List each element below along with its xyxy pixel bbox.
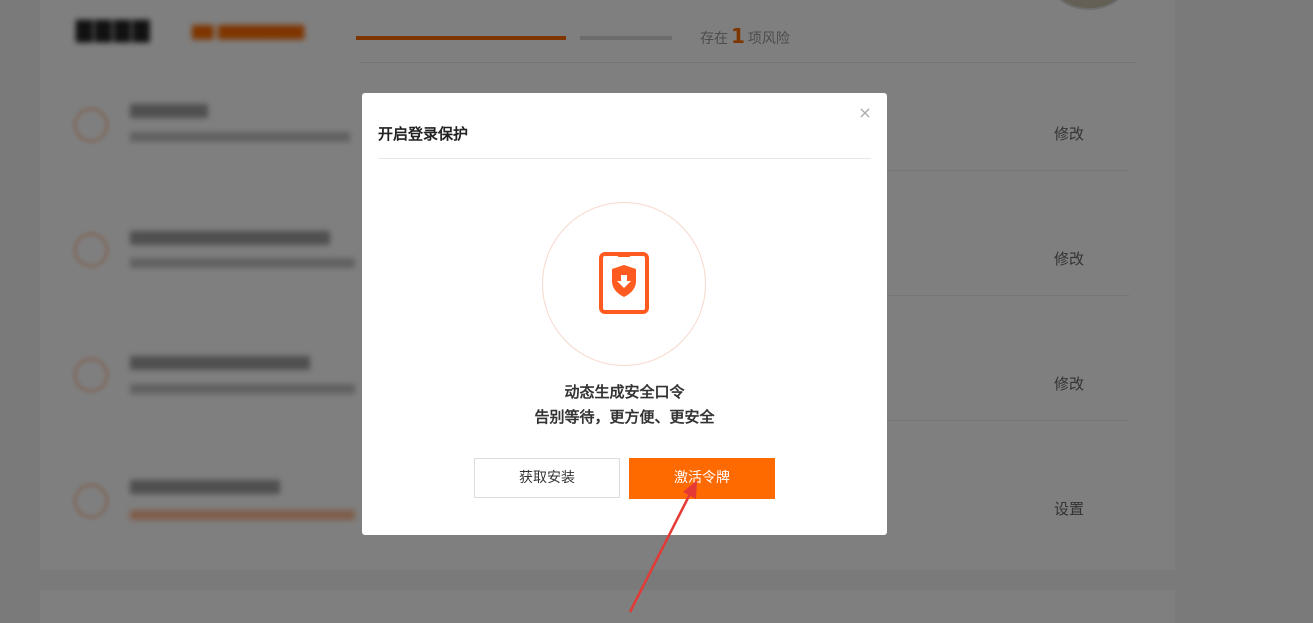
dialog-headline: 动态生成安全口令 [564, 383, 685, 401]
close-icon[interactable]: × [855, 103, 875, 123]
get-install-button[interactable]: 获取安装 [474, 458, 620, 498]
dialog-subline: 告别等待，更方便、更安全 [534, 408, 715, 426]
dialog-divider [378, 158, 871, 159]
dialog-title: 开启登录保护 [378, 125, 469, 143]
login-protection-dialog: 开启登录保护 × 动态生成安全口令 告别等待，更方便、更安全 获取安装 激活令牌 [362, 93, 887, 535]
activate-token-button[interactable]: 激活令牌 [629, 458, 775, 499]
shield-token-icon [599, 252, 649, 314]
